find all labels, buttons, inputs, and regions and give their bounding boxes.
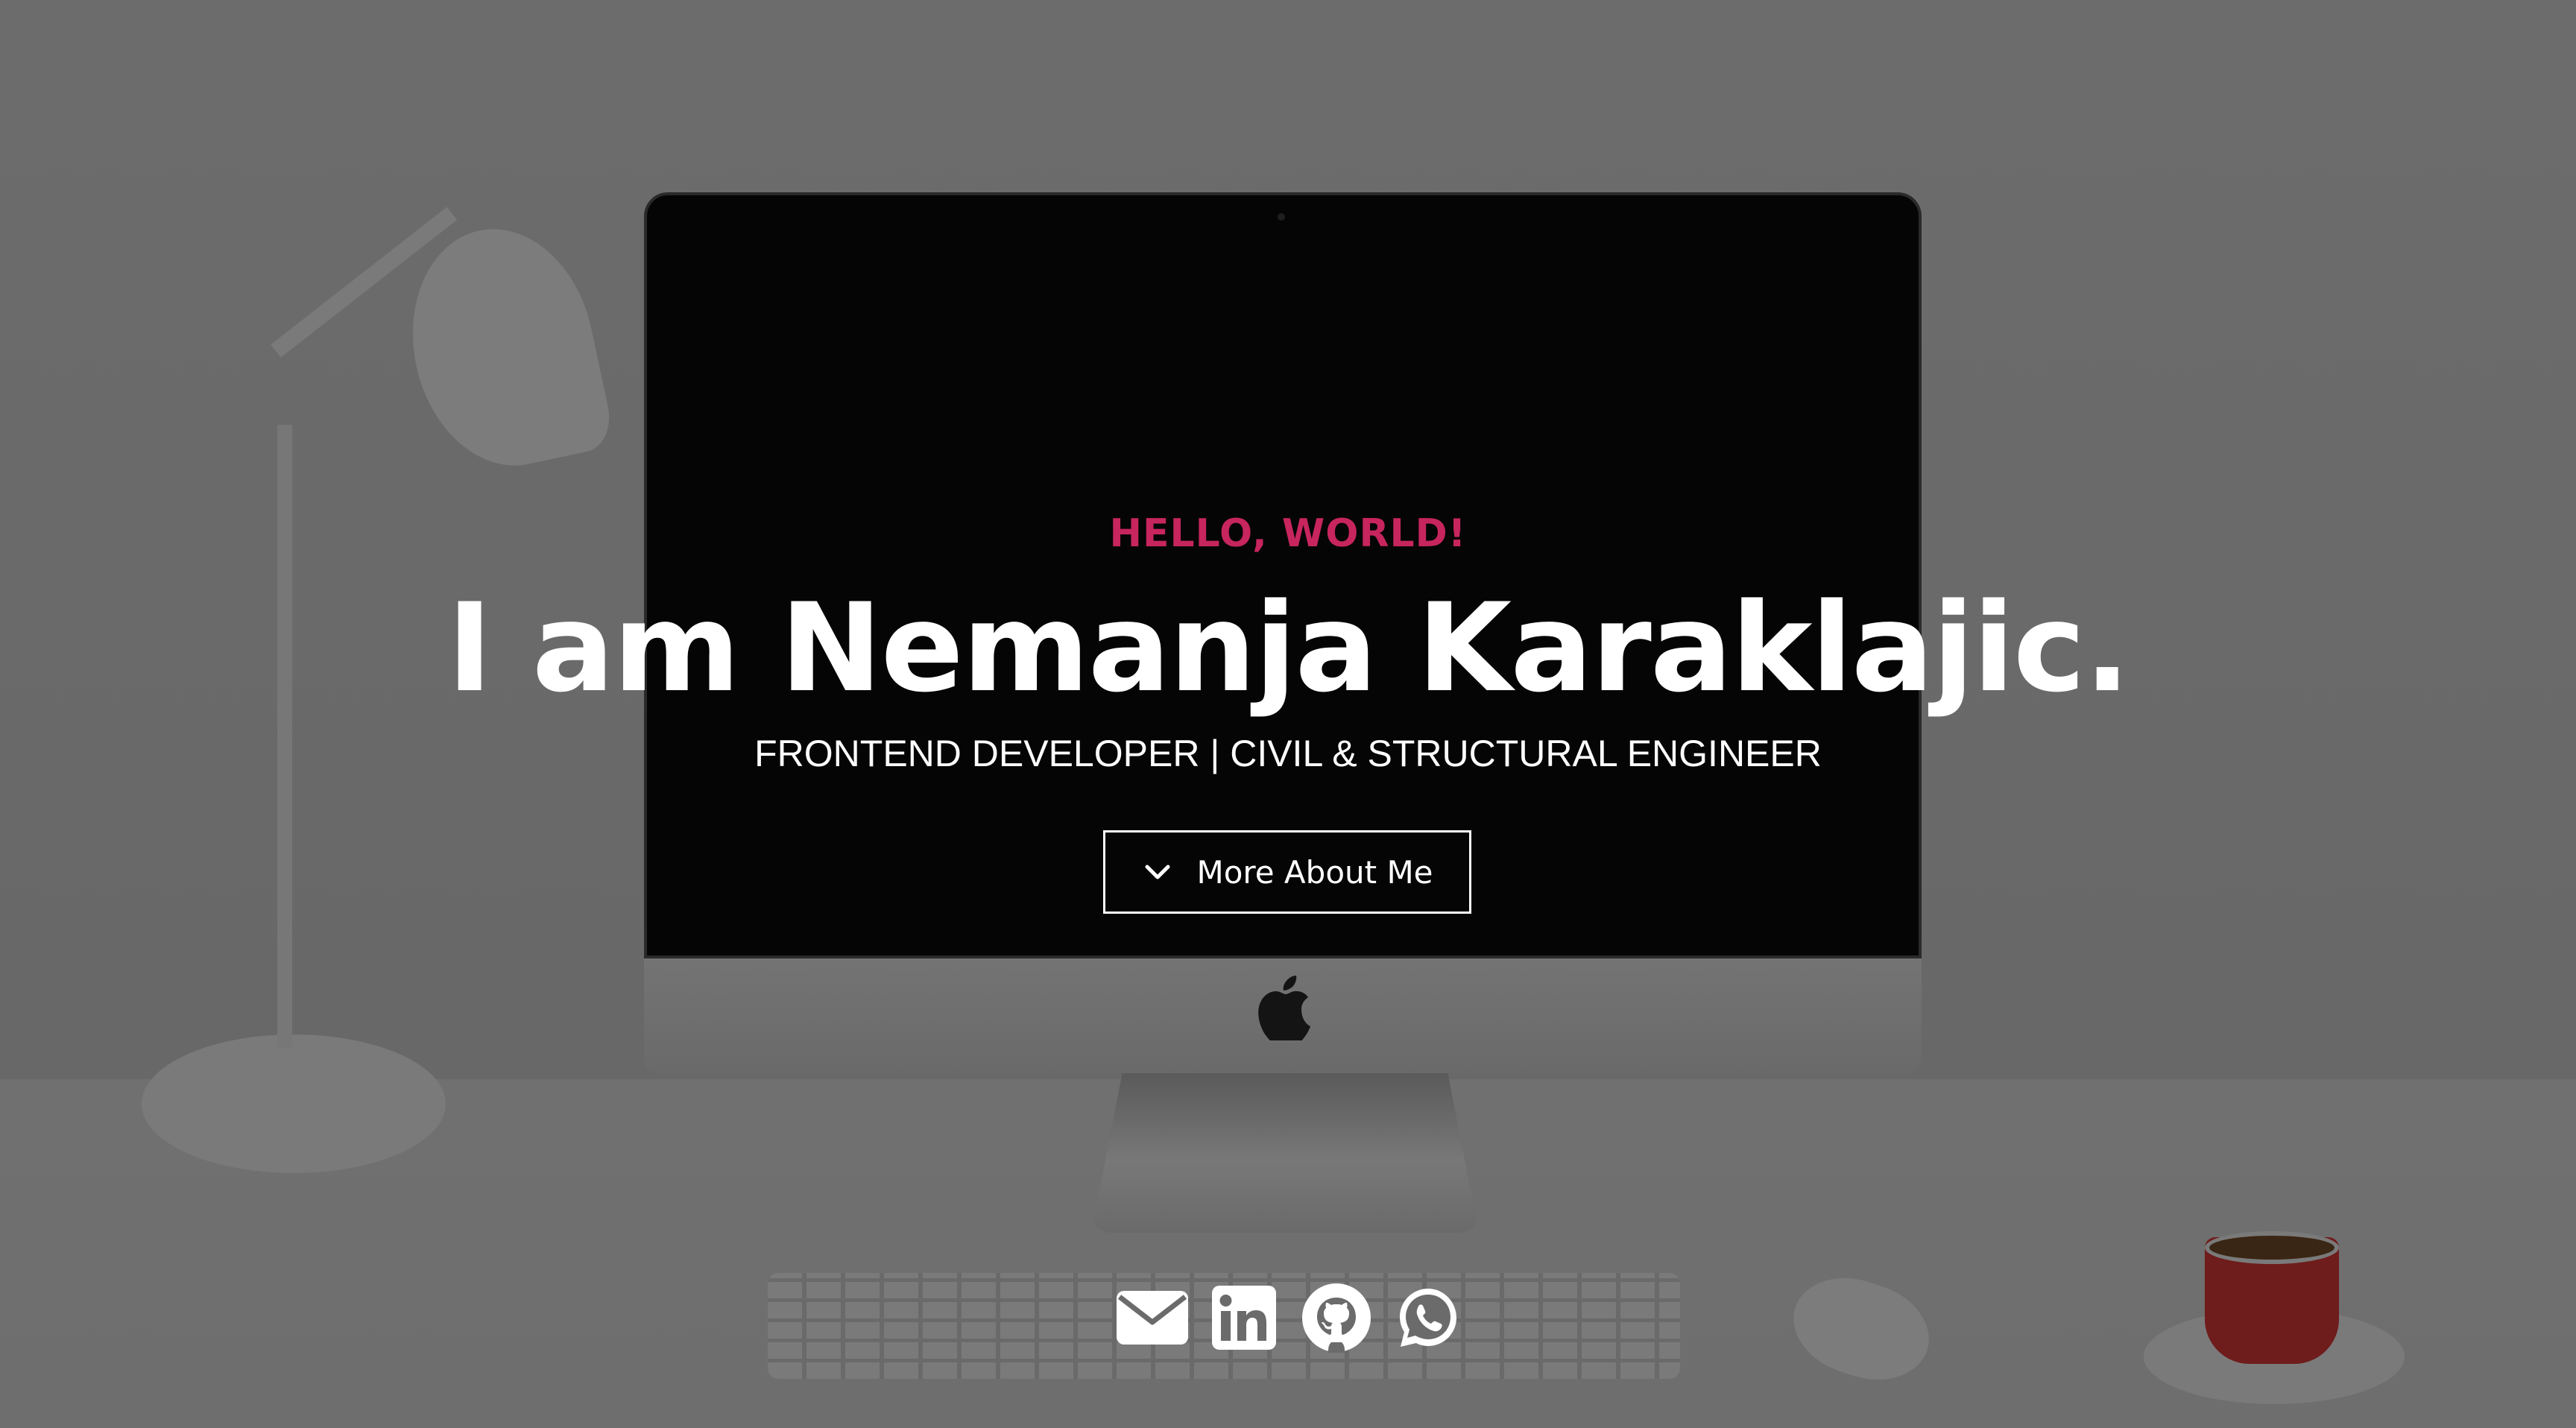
linkedin-icon	[1212, 1286, 1277, 1350]
whatsapp-icon	[1399, 1289, 1456, 1347]
more-about-me-label: More About Me	[1196, 853, 1433, 891]
chevron-down-icon	[1145, 865, 1170, 879]
linkedin-link[interactable]	[1207, 1282, 1281, 1353]
hero-section: HELLO, WORLD! I am Nemanja Karaklajic. F…	[0, 0, 2576, 1428]
hero-page: HELLO, WORLD! I am Nemanja Karaklajic. F…	[0, 0, 2576, 1428]
hero-title: I am Nemanja Karaklajic.	[446, 577, 2131, 719]
hero-subtitle: FRONTEND DEVELOPER | CIVIL & STRUCTURAL …	[754, 733, 1822, 774]
whatsapp-link[interactable]	[1391, 1282, 1465, 1353]
github-link[interactable]	[1299, 1282, 1374, 1353]
more-about-me-button[interactable]: More About Me	[1103, 830, 1471, 914]
github-icon	[1301, 1283, 1371, 1353]
hero-greeting: HELLO, WORLD!	[1109, 511, 1467, 556]
envelope-icon	[1117, 1291, 1188, 1345]
social-links	[1115, 1282, 1465, 1353]
email-link[interactable]	[1115, 1282, 1190, 1353]
